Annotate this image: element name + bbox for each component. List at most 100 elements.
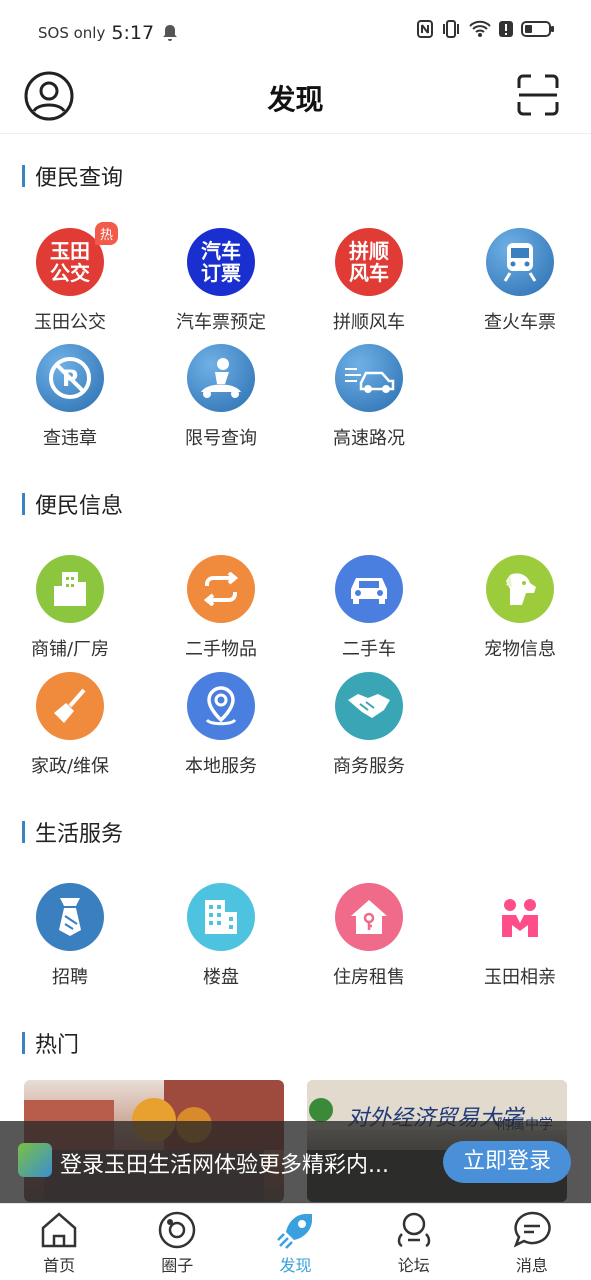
tab-forum[interactable]: 论坛 — [355, 1204, 473, 1280]
couple-icon — [486, 883, 554, 951]
grid-item-bus-ticket[interactable]: 汽车 订票 汽车票预定 — [161, 228, 281, 334]
section-accent-bar — [22, 165, 25, 187]
status-left: SOS only 5:17 — [38, 22, 178, 44]
tab-discover[interactable]: 发现 — [236, 1204, 354, 1280]
speeding-car-glyph — [345, 368, 395, 393]
section-title-text: 便民查询 — [35, 166, 124, 191]
wifi-icon — [469, 20, 491, 37]
car-glyph — [351, 578, 387, 604]
battery-icon — [521, 21, 554, 37]
grid-item-carpool[interactable]: 拼顺 风车 拼顺风车 — [309, 228, 429, 334]
location-pin-icon — [187, 672, 255, 740]
grid-item-violation[interactable]: P 查违章 — [10, 344, 130, 450]
circle-icon — [159, 1211, 196, 1249]
handshake-icon — [335, 672, 403, 740]
no-parking-icon: P — [36, 344, 104, 412]
grid-item-label: 二手车 — [342, 639, 396, 660]
grid-item-dating[interactable]: 玉田相亲 — [460, 883, 580, 989]
login-banner-text: 登录玉田生活网体验更多精彩内... — [60, 1153, 389, 1178]
rocket-icon — [276, 1214, 312, 1249]
grid-item-property[interactable]: 楼盘 — [161, 883, 281, 989]
app-logo-icon — [18, 1143, 52, 1177]
highway-car-icon — [335, 344, 403, 412]
pin-glyph — [205, 686, 237, 726]
grid-item-label: 招聘 — [52, 967, 88, 988]
grid-item-label: 本地服务 — [185, 756, 257, 777]
tab-label: 首页 — [43, 1256, 76, 1275]
dog-icon — [486, 555, 554, 623]
tie-icon — [36, 883, 104, 951]
scan-icon — [517, 74, 559, 116]
grid-item-label: 玉田相亲 — [484, 967, 556, 988]
grid-item-label: 汽车票预定 — [176, 312, 266, 333]
section-title-life-service: 生活服务 — [22, 816, 123, 848]
hot-badge: 热 — [94, 222, 118, 245]
grid-item-train[interactable]: 查火车票 — [460, 228, 580, 334]
home-icon — [41, 1212, 77, 1248]
grid-item-recruitment[interactable]: 招聘 — [10, 883, 130, 989]
tab-messages[interactable]: 消息 — [473, 1204, 591, 1280]
train-icon — [486, 228, 554, 296]
login-banner: 登录玉田生活网体验更多精彩内... 立即登录 — [0, 1121, 591, 1203]
exchange-glyph — [203, 572, 239, 606]
tie-glyph — [59, 898, 81, 936]
tab-label: 圈子 — [161, 1256, 194, 1275]
tab-label: 论坛 — [397, 1256, 430, 1275]
grid-item-label: 家政/维保 — [30, 756, 110, 777]
section-accent-bar — [22, 493, 25, 515]
yutian-bus-icon: 玉田 公交 热 — [36, 222, 118, 296]
yutian-bus-logo-text: 玉田 公交 — [50, 239, 90, 285]
section-title-convenience-info: 便民信息 — [22, 488, 123, 520]
grid-item-label: 限号查询 — [185, 428, 257, 449]
bell-icon — [163, 25, 178, 41]
grid-item-label: 二手物品 — [185, 639, 257, 660]
house-key-icon — [335, 883, 403, 951]
grid-item-label: 查违章 — [43, 428, 97, 449]
page-title: 发现 — [267, 83, 324, 116]
scan-button[interactable] — [517, 74, 559, 116]
grid-item-business-service[interactable]: 商务服务 — [309, 672, 429, 778]
grid-item-label: 楼盘 — [203, 967, 239, 988]
bus-ticket-icon: 汽车 订票 — [187, 228, 255, 296]
section-title-text: 热门 — [35, 1033, 80, 1058]
exchange-icon — [187, 555, 255, 623]
couple-glyph — [502, 899, 538, 937]
grid-item-yutian-bus[interactable]: 玉田 公交 热 玉田公交 — [10, 222, 130, 334]
broom-glyph — [54, 688, 86, 723]
grid-item-housekeeping[interactable]: 家政/维保 — [10, 672, 130, 778]
carrier-text: SOS only — [38, 24, 106, 42]
carpool-logo-text: 拼顺 风车 — [349, 239, 389, 285]
forum-icon — [397, 1212, 430, 1248]
nfc-icon — [417, 20, 433, 38]
grid-item-label: 宠物信息 — [484, 639, 556, 660]
section-accent-bar — [22, 821, 25, 843]
building-icon — [36, 555, 104, 623]
tab-label: 消息 — [515, 1256, 548, 1275]
grid-item-used-car[interactable]: 二手车 — [309, 555, 429, 661]
grid-item-label: 玉田公交 — [34, 312, 106, 333]
grid-item-label: 商铺/厂房 — [30, 639, 110, 660]
plate-limit-icon — [187, 344, 255, 412]
vibrate-icon — [443, 20, 459, 38]
grid-item-shops[interactable]: 商铺/厂房 — [10, 555, 130, 661]
car-icon — [335, 555, 403, 623]
grid-item-housing[interactable]: 住房租售 — [309, 883, 429, 989]
bottom-tab-bar: 首页 圈子 发现 论坛 消息 — [0, 1203, 591, 1280]
house-key-glyph — [351, 900, 387, 934]
grid-item-highway[interactable]: 高速路况 — [309, 344, 429, 450]
scooter-glyph — [201, 358, 241, 398]
section-title-popular: 热门 — [22, 1027, 79, 1059]
handshake-glyph — [348, 694, 390, 718]
section-title-convenience-query: 便民查询 — [22, 160, 123, 192]
tab-circle[interactable]: 圈子 — [118, 1204, 236, 1280]
grid-item-second-hand-goods[interactable]: 二手物品 — [161, 555, 281, 661]
tab-home[interactable]: 首页 — [0, 1204, 118, 1280]
grid-item-local-service[interactable]: 本地服务 — [161, 672, 281, 778]
grid-item-pets[interactable]: 宠物信息 — [460, 555, 580, 661]
login-now-button[interactable]: 立即登录 — [443, 1141, 571, 1183]
grid-item-label: 商务服务 — [333, 756, 405, 777]
bus-ticket-logo-text: 汽车 订票 — [201, 239, 241, 285]
dog-glyph — [506, 573, 536, 605]
train-glyph — [503, 243, 537, 282]
grid-item-plate-limit[interactable]: 限号查询 — [161, 344, 281, 450]
